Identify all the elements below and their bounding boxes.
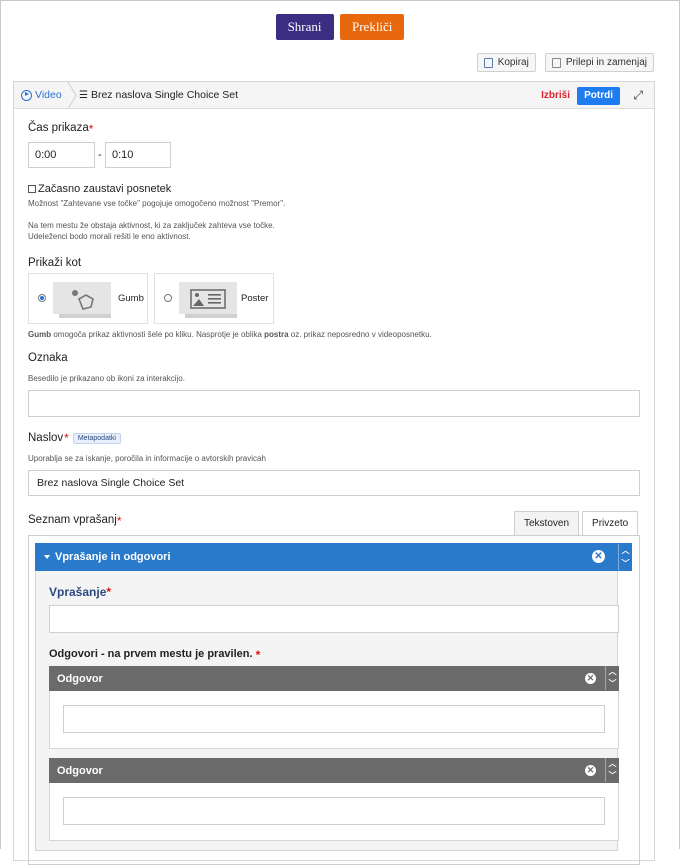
copy-icon bbox=[483, 57, 493, 68]
required-marker: * bbox=[64, 431, 69, 445]
question-group-title: Vprašanje in odgovori bbox=[55, 551, 171, 563]
delete-button[interactable]: Izbriši bbox=[541, 90, 570, 101]
label-input[interactable] bbox=[28, 390, 640, 417]
option-poster[interactable]: Poster bbox=[154, 273, 274, 324]
view-tabs: Tekstoven Privzeto bbox=[514, 511, 639, 535]
poster-thumbnail bbox=[179, 282, 237, 318]
display-as-label: Prikaži kot bbox=[28, 257, 82, 269]
tab-text[interactable]: Tekstoven bbox=[514, 511, 580, 535]
metadata-badge[interactable]: Metapodatki bbox=[72, 432, 121, 444]
move-arrows-icon[interactable]: ︿ ﹀ bbox=[618, 544, 632, 570]
question-list-label-row: Seznam vprašanj* bbox=[28, 514, 122, 528]
remove-answer-icon[interactable]: ✕ bbox=[585, 765, 596, 776]
answer-title: Odgovor bbox=[57, 764, 103, 777]
paste-icon bbox=[551, 57, 561, 68]
remove-answer-icon[interactable]: ✕ bbox=[585, 673, 596, 684]
title-field-label: Naslov bbox=[28, 432, 64, 444]
clipboard-actions: Kopiraj Prilepi in zamenjaj bbox=[476, 53, 654, 72]
list-icon: ☰ bbox=[79, 89, 88, 101]
fullscreen-icon[interactable]: ⤢ bbox=[633, 88, 643, 103]
title-field-description: Uporablja se za iskanje, poročila in inf… bbox=[28, 454, 266, 463]
collapse-caret-icon[interactable] bbox=[44, 555, 50, 559]
interaction-editor: Video ☰ Brez naslova Single Choice Set I… bbox=[13, 81, 655, 865]
question-group-header[interactable]: Vprašanje in odgovori ✕ ︿ ﹀ bbox=[35, 543, 632, 571]
answer-title: Odgovor bbox=[57, 672, 103, 685]
pause-description: Možnost "Zahtevane vse točke" pogojuje o… bbox=[28, 198, 640, 242]
breadcrumb-current-label: Brez naslova Single Choice Set bbox=[90, 89, 239, 101]
paste-label: Prilepi in zamenjaj bbox=[565, 57, 647, 68]
display-as-description: Gumb omogoča prikaz aktivnosti šele po k… bbox=[28, 329, 640, 340]
pause-desc-line-1: Možnost "Zahtevane vse točke" pogojuje o… bbox=[28, 199, 286, 208]
remove-group-icon[interactable]: ✕ bbox=[592, 550, 605, 563]
time-start-input[interactable]: 0:00 bbox=[28, 142, 95, 168]
answers-label: Odgovori - na prvem mestu je pravilen. bbox=[49, 648, 253, 660]
display-time-label-text: Čas prikaza bbox=[28, 122, 89, 134]
option-poster-label: Poster bbox=[241, 293, 269, 304]
desc-bold-gumb: Gumb bbox=[28, 330, 52, 339]
answer-input[interactable] bbox=[63, 705, 605, 733]
required-marker: * bbox=[116, 514, 122, 528]
tab-default[interactable]: Privzeto bbox=[582, 511, 639, 535]
confirm-button[interactable]: Potrdi bbox=[577, 87, 620, 105]
answer-header[interactable]: Odgovor ✕ ︿ ﹀ bbox=[49, 666, 619, 691]
time-end-input[interactable]: 0:10 bbox=[105, 142, 171, 168]
label-field-description: Besedilo je prikazano ob ikoni za intera… bbox=[28, 374, 185, 383]
paste-replace-button[interactable]: Prilepi in zamenjaj bbox=[544, 53, 654, 72]
hand-pointer-icon bbox=[72, 290, 94, 310]
radio-button[interactable] bbox=[164, 294, 172, 302]
required-marker: * bbox=[88, 122, 94, 136]
answers-label-row: Odgovori - na prvem mestu je pravilen. * bbox=[49, 648, 260, 662]
copy-label: Kopiraj bbox=[497, 57, 529, 68]
answer-input[interactable] bbox=[63, 797, 605, 825]
breadcrumb-separator-icon bbox=[67, 82, 77, 109]
poster-image-icon bbox=[190, 289, 226, 309]
breadcrumb-video-label: Video bbox=[35, 89, 62, 101]
question-list-label: Seznam vprašanj bbox=[28, 514, 117, 526]
progress-bar bbox=[53, 314, 111, 318]
move-arrows-icon[interactable]: ︿ ﹀ bbox=[605, 758, 619, 782]
required-marker: * bbox=[255, 648, 261, 662]
desc-end: oz. prikaz neposredno v videoposnetku. bbox=[288, 330, 432, 339]
save-button[interactable]: Shrani bbox=[275, 14, 334, 40]
breadcrumb-current: ☰ Brez naslova Single Choice Set bbox=[79, 89, 238, 101]
pause-desc-line-2: Na tem mestu že obstaja aktivnost, ki za… bbox=[28, 221, 275, 230]
required-marker: * bbox=[106, 585, 112, 599]
copy-button[interactable]: Kopiraj bbox=[476, 53, 536, 72]
button-thumbnail bbox=[53, 282, 111, 318]
question-input[interactable] bbox=[49, 605, 619, 633]
pause-label: Začasno zaustavi posnetek bbox=[38, 183, 172, 195]
option-button-label: Gumb bbox=[118, 293, 144, 304]
answer-body bbox=[49, 783, 619, 841]
question-label-row: Vprašanje* bbox=[49, 585, 111, 599]
move-arrows-icon[interactable]: ︿ ﹀ bbox=[605, 666, 619, 690]
pause-checkbox[interactable] bbox=[28, 185, 36, 194]
desc-middle: omogoča prikaz aktivnosti šele po kliku.… bbox=[51, 330, 265, 339]
display-time-label: Čas prikaza* bbox=[28, 122, 93, 136]
option-button[interactable]: Gumb bbox=[28, 273, 148, 324]
question-group-body: Vprašanje* Odgovori - na prvem mestu je … bbox=[35, 571, 619, 851]
top-action-bar: Shrani Prekliči bbox=[0, 14, 680, 40]
pause-desc-line-3: Udeleženci bodo morali rešiti le eno akt… bbox=[28, 232, 191, 241]
desc-bold-postra: postra bbox=[264, 330, 289, 339]
title-input[interactable]: Brez naslova Single Choice Set bbox=[28, 470, 640, 496]
progress-bar bbox=[179, 314, 237, 318]
question-label: Vprašanje bbox=[49, 585, 107, 599]
breadcrumb-video[interactable]: Video bbox=[21, 89, 62, 101]
title-field-label-row: Naslov * Metapodatki bbox=[28, 431, 121, 445]
answer-body bbox=[49, 691, 619, 749]
pause-checkbox-row[interactable]: Začasno zaustavi posnetek bbox=[28, 183, 171, 195]
radio-button-selected[interactable] bbox=[38, 294, 46, 302]
editor-header: Video ☰ Brez naslova Single Choice Set I… bbox=[14, 82, 654, 109]
play-circle-icon bbox=[21, 89, 32, 101]
cancel-button[interactable]: Prekliči bbox=[339, 14, 405, 40]
answer-header[interactable]: Odgovor ✕ ︿ ﹀ bbox=[49, 758, 619, 783]
time-separator: - bbox=[98, 149, 102, 161]
label-field-label: Oznaka bbox=[28, 352, 68, 364]
